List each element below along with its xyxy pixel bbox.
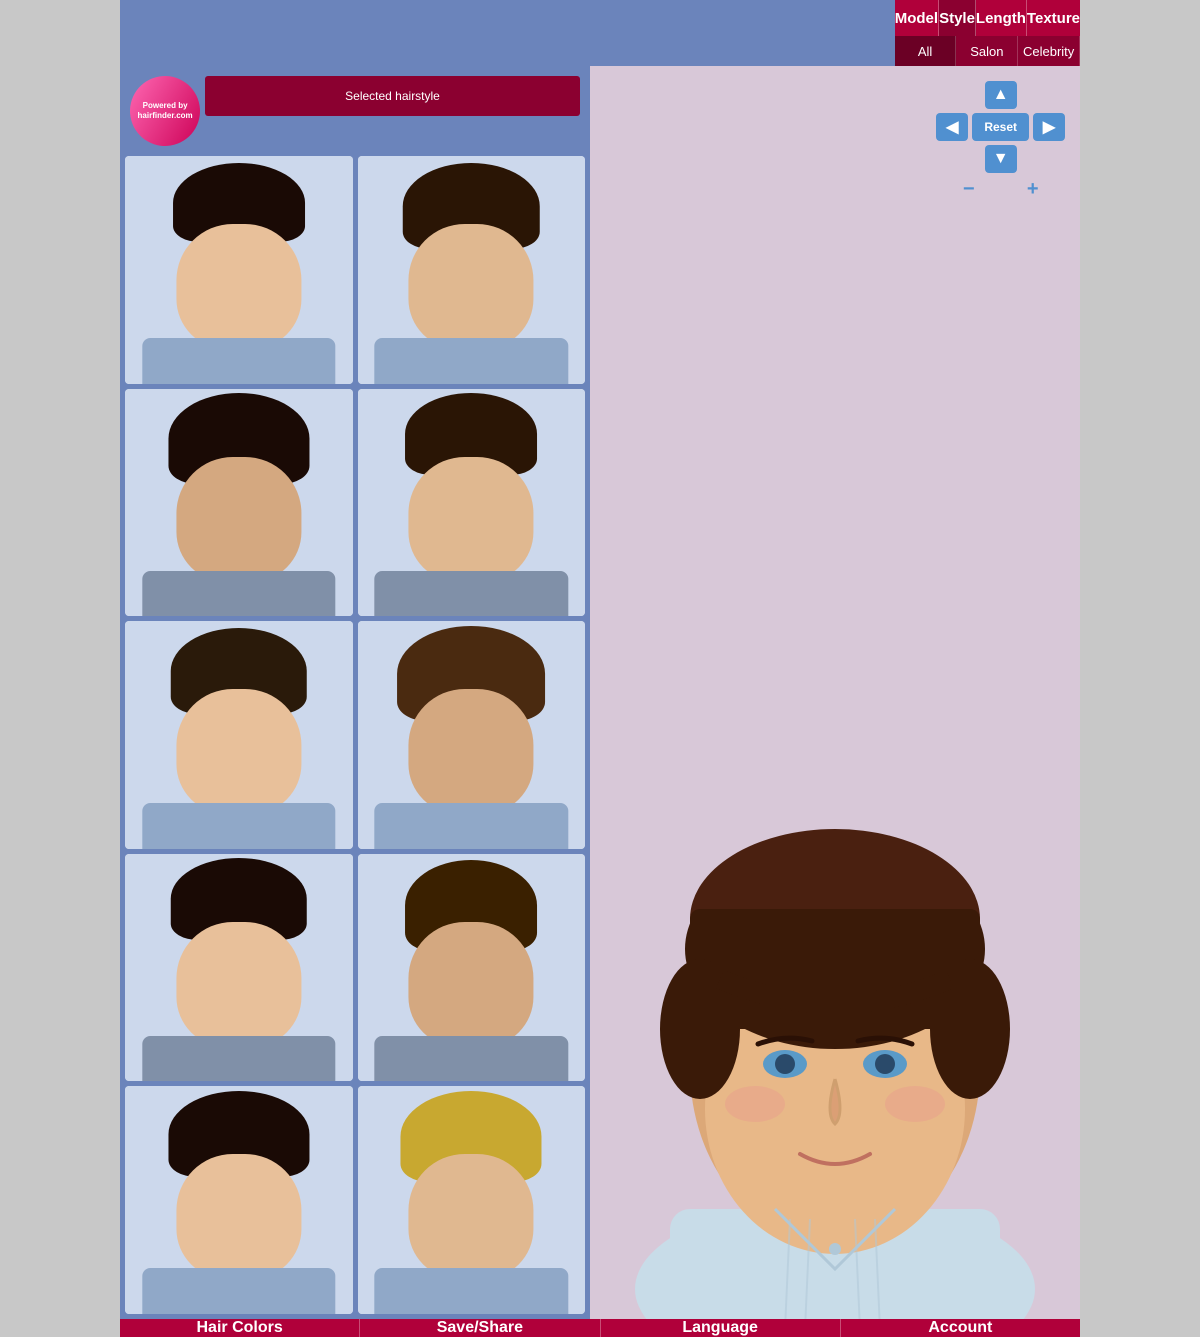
list-item[interactable]	[358, 389, 586, 617]
bottom-tab-hair-colors[interactable]: Hair Colors	[120, 1319, 360, 1337]
hairstyle-grid	[125, 156, 585, 1314]
move-left-button[interactable]: ◀	[936, 113, 968, 141]
list-item[interactable]	[125, 389, 353, 617]
list-item[interactable]	[358, 854, 586, 1082]
move-right-button[interactable]: ▶	[1033, 113, 1065, 141]
bottom-nav: Hair Colors Save/Share Language Account	[120, 1319, 1080, 1337]
top-nav: Model Style Length Texture	[895, 0, 1080, 36]
subtab-celebrity[interactable]: Celebrity	[1018, 36, 1080, 66]
hairstyle-preview	[125, 156, 353, 384]
hairstyle-preview	[358, 156, 586, 384]
hairstyle-preview	[358, 621, 586, 849]
list-item[interactable]	[358, 156, 586, 384]
tab-style[interactable]: Style	[939, 0, 976, 36]
reset-button[interactable]: Reset	[972, 113, 1029, 141]
hairstyle-preview	[358, 1086, 586, 1314]
control-middle-row: ◀ Reset ▶	[936, 113, 1065, 141]
bottom-tab-language[interactable]: Language	[601, 1319, 841, 1337]
subtab-salon[interactable]: Salon	[956, 36, 1018, 66]
hairstyle-preview	[125, 1086, 353, 1314]
hairstyle-preview	[125, 621, 353, 849]
sidebar: Powered by hairfinder.com Selected hairs…	[120, 66, 590, 1319]
zoom-row: − +	[957, 177, 1045, 201]
list-item[interactable]	[125, 621, 353, 849]
subtab-all[interactable]: All	[895, 36, 957, 66]
move-down-button[interactable]: ▼	[985, 145, 1017, 173]
brand-badge: Powered by hairfinder.com	[122, 68, 208, 154]
tab-length[interactable]: Length	[976, 0, 1027, 36]
selected-style-label: Selected hairstyle	[205, 76, 580, 116]
main-content: Powered by hairfinder.com Selected hairs…	[120, 66, 1080, 1319]
hairstyle-preview	[358, 389, 586, 617]
bottom-tab-account[interactable]: Account	[841, 1319, 1080, 1337]
controls-overlay: ▲ ◀ Reset ▶ ▼ − +	[936, 81, 1065, 201]
list-item[interactable]	[358, 1086, 586, 1314]
header-area: Model Style Length Texture All Salon	[120, 0, 1080, 66]
app-container: Model Style Length Texture All Salon	[120, 0, 1080, 675]
hairstyle-preview	[125, 389, 353, 617]
sidebar-header: Powered by hairfinder.com Selected hairs…	[125, 71, 585, 151]
preview-area: ▲ ◀ Reset ▶ ▼ − +	[590, 66, 1080, 1319]
tab-texture[interactable]: Texture	[1027, 0, 1080, 36]
bottom-tab-save-share[interactable]: Save/Share	[360, 1319, 600, 1337]
zoom-in-button[interactable]: +	[1021, 177, 1045, 201]
hairstyle-preview	[358, 854, 586, 1082]
brand-text: Powered by hairfinder.com	[135, 101, 195, 122]
hairstyle-preview	[125, 854, 353, 1082]
list-item[interactable]	[125, 1086, 353, 1314]
list-item[interactable]	[125, 854, 353, 1082]
list-item[interactable]	[358, 621, 586, 849]
header-right: Model Style Length Texture All Salon	[425, 0, 1080, 66]
header-left	[120, 0, 425, 66]
tab-model[interactable]: Model	[895, 0, 939, 36]
zoom-out-button[interactable]: −	[957, 177, 981, 201]
move-up-button[interactable]: ▲	[985, 81, 1017, 109]
sub-nav: All Salon Celebrity	[895, 36, 1080, 66]
preview-person-svg	[590, 769, 1080, 1319]
list-item[interactable]	[125, 156, 353, 384]
